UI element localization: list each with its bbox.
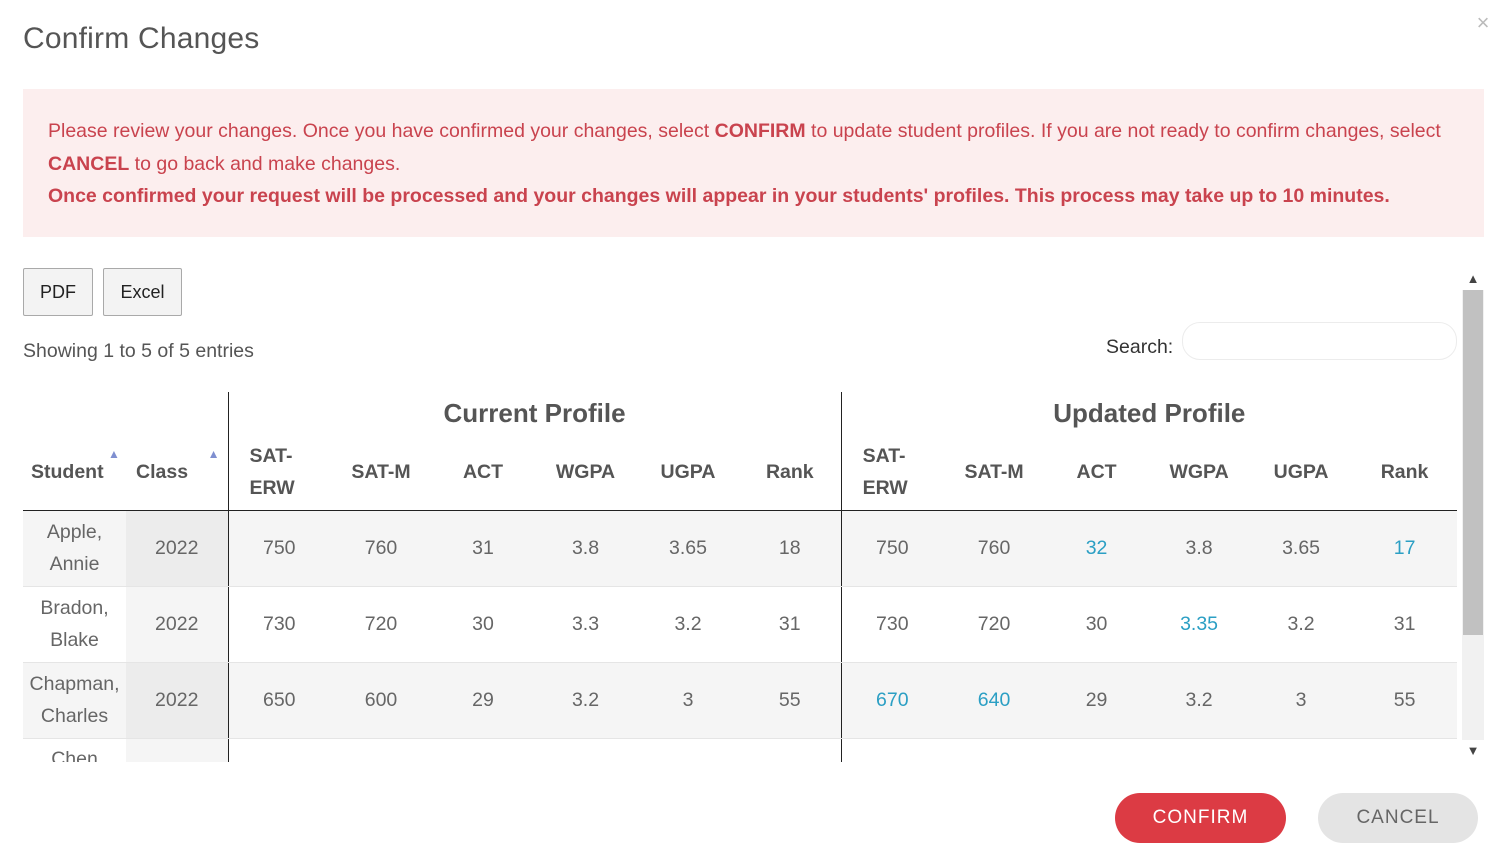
cell-student: Apple, Annie xyxy=(23,510,126,587)
cell-class xyxy=(126,738,228,762)
table-row: Apple, Annie 2022 750 760 31 3.8 3.65 18… xyxy=(23,510,1457,587)
cell-updated-ugpa: 3 xyxy=(1250,662,1353,739)
table-row: Chen xyxy=(23,738,1457,762)
cell-updated-wgpa: 3.8 xyxy=(1148,510,1251,587)
alert-cancel-word: CANCEL xyxy=(48,152,130,175)
cell-current-wgpa xyxy=(534,738,637,762)
cell-current-wgpa: 3.8 xyxy=(534,510,637,587)
scrollbar-thumb[interactable] xyxy=(1463,290,1483,635)
cell-updated-sat-m xyxy=(943,738,1046,762)
export-pdf-button[interactable]: PDF xyxy=(23,268,93,316)
table-row: Bradon, Blake 2022 730 720 30 3.3 3.2 31… xyxy=(23,586,1457,663)
cell-class: 2022 xyxy=(126,510,228,587)
cell-current-ugpa: 3.2 xyxy=(637,586,739,663)
cancel-button[interactable]: CANCEL xyxy=(1318,793,1478,843)
changes-table-container: Current Profile Updated Profile Student ▲… xyxy=(23,392,1457,762)
cell-updated-sat-m: 760 xyxy=(943,510,1046,587)
cell-current-sat-erw: 750 xyxy=(227,510,330,587)
search-input[interactable] xyxy=(1182,322,1457,360)
alert-confirm-word: CONFIRM xyxy=(714,120,806,142)
table-info: Showing 1 to 5 of 5 entries xyxy=(23,340,254,362)
cell-updated-sat-m: 720 xyxy=(943,586,1046,663)
column-header-current-ugpa[interactable]: UGPA xyxy=(637,434,739,511)
cell-current-act: 29 xyxy=(432,662,534,739)
search-label: Search: xyxy=(1106,336,1174,358)
cell-updated-sat-erw: 750 xyxy=(840,510,944,587)
cell-class: 2022 xyxy=(126,662,228,739)
cell-updated-act: 29 xyxy=(1045,662,1149,739)
cell-current-ugpa xyxy=(637,738,739,762)
cell-student: Chapman, Charles xyxy=(23,662,126,739)
column-header-updated-rank[interactable]: Rank xyxy=(1352,434,1457,511)
alert-instructions: Please review your changes. Once you hav… xyxy=(48,120,1441,175)
chevron-up-icon[interactable]: ▲ xyxy=(1462,268,1484,290)
current-profile-header: Current Profile xyxy=(227,392,842,434)
column-header-updated-sat-m[interactable]: SAT-M xyxy=(943,434,1046,511)
alert-processing-note: Once confirmed your request will be proc… xyxy=(48,185,1390,207)
cell-current-rank: 55 xyxy=(739,662,842,739)
cell-updated-rank xyxy=(1352,738,1457,762)
cell-updated-sat-erw: 730 xyxy=(840,586,944,663)
sort-asc-icon: ▲ xyxy=(108,447,120,461)
export-excel-button[interactable]: Excel xyxy=(103,268,182,316)
cell-updated-act-changed: 32 xyxy=(1045,510,1149,587)
cell-current-act: 31 xyxy=(432,510,534,587)
cell-updated-sat-erw-changed: 670 xyxy=(840,662,944,739)
cell-updated-sat-erw xyxy=(840,738,944,762)
cell-updated-rank: 55 xyxy=(1352,662,1457,739)
cell-updated-ugpa: 3.2 xyxy=(1250,586,1353,663)
cell-updated-rank: 31 xyxy=(1352,586,1457,663)
cell-current-rank: 31 xyxy=(739,586,842,663)
cell-updated-act xyxy=(1045,738,1149,762)
sort-asc-icon: ▲ xyxy=(207,447,220,461)
cell-updated-wgpa xyxy=(1148,738,1251,762)
cell-current-ugpa: 3.65 xyxy=(637,510,739,587)
table-scrollbar[interactable]: ▲ ▼ xyxy=(1462,268,1484,762)
cell-student: Bradon, Blake xyxy=(23,586,126,663)
column-header-updated-act[interactable]: ACT xyxy=(1045,434,1149,511)
cell-current-sat-erw: 730 xyxy=(227,586,330,663)
column-header-current-sat-erw[interactable]: SAT-ERW xyxy=(227,434,330,511)
column-header-current-sat-m[interactable]: SAT-M xyxy=(330,434,432,511)
cell-current-sat-m: 720 xyxy=(330,586,432,663)
chevron-down-icon[interactable]: ▼ xyxy=(1462,740,1484,762)
cell-current-act: 30 xyxy=(432,586,534,663)
column-header-updated-sat-erw[interactable]: SAT-ERW xyxy=(840,434,944,511)
column-header-updated-wgpa[interactable]: WGPA xyxy=(1148,434,1251,511)
close-icon[interactable]: × xyxy=(1474,12,1492,34)
cell-updated-sat-m-changed: 640 xyxy=(943,662,1046,739)
changes-table: Current Profile Updated Profile Student ▲… xyxy=(23,392,1457,762)
cell-current-sat-erw: 650 xyxy=(227,662,330,739)
column-header-student[interactable]: Student ▲ xyxy=(23,434,126,511)
cell-current-act xyxy=(432,738,534,762)
column-header-class[interactable]: Class ▲ xyxy=(126,434,228,511)
cell-class: 2022 xyxy=(126,586,228,663)
cell-current-sat-m: 600 xyxy=(330,662,432,739)
cell-updated-ugpa: 3.65 xyxy=(1250,510,1353,587)
cell-current-sat-m: 760 xyxy=(330,510,432,587)
cell-updated-rank-changed: 17 xyxy=(1352,510,1457,587)
column-header-current-act[interactable]: ACT xyxy=(432,434,534,511)
cell-current-rank xyxy=(739,738,842,762)
cell-student: Chen xyxy=(23,738,126,762)
cell-updated-act: 30 xyxy=(1045,586,1149,663)
cell-updated-wgpa: 3.2 xyxy=(1148,662,1251,739)
cell-current-wgpa: 3.2 xyxy=(534,662,637,739)
confirm-button[interactable]: CONFIRM xyxy=(1115,793,1286,843)
cell-current-rank: 18 xyxy=(739,510,842,587)
cell-updated-wgpa-changed: 3.35 xyxy=(1148,586,1251,663)
modal-title: Confirm Changes xyxy=(23,22,260,55)
table-row: Chapman, Charles 2022 650 600 29 3.2 3 5… xyxy=(23,662,1457,739)
cell-current-wgpa: 3.3 xyxy=(534,586,637,663)
column-header-current-rank[interactable]: Rank xyxy=(739,434,842,511)
cell-updated-ugpa xyxy=(1250,738,1353,762)
review-alert: Please review your changes. Once you hav… xyxy=(23,89,1484,237)
column-header-current-wgpa[interactable]: WGPA xyxy=(534,434,637,511)
updated-profile-header: Updated Profile xyxy=(840,392,1457,434)
header-spacer xyxy=(23,392,228,434)
cell-current-sat-m xyxy=(330,738,432,762)
column-header-updated-ugpa[interactable]: UGPA xyxy=(1250,434,1353,511)
cell-current-sat-erw xyxy=(227,738,330,762)
cell-current-ugpa: 3 xyxy=(637,662,739,739)
